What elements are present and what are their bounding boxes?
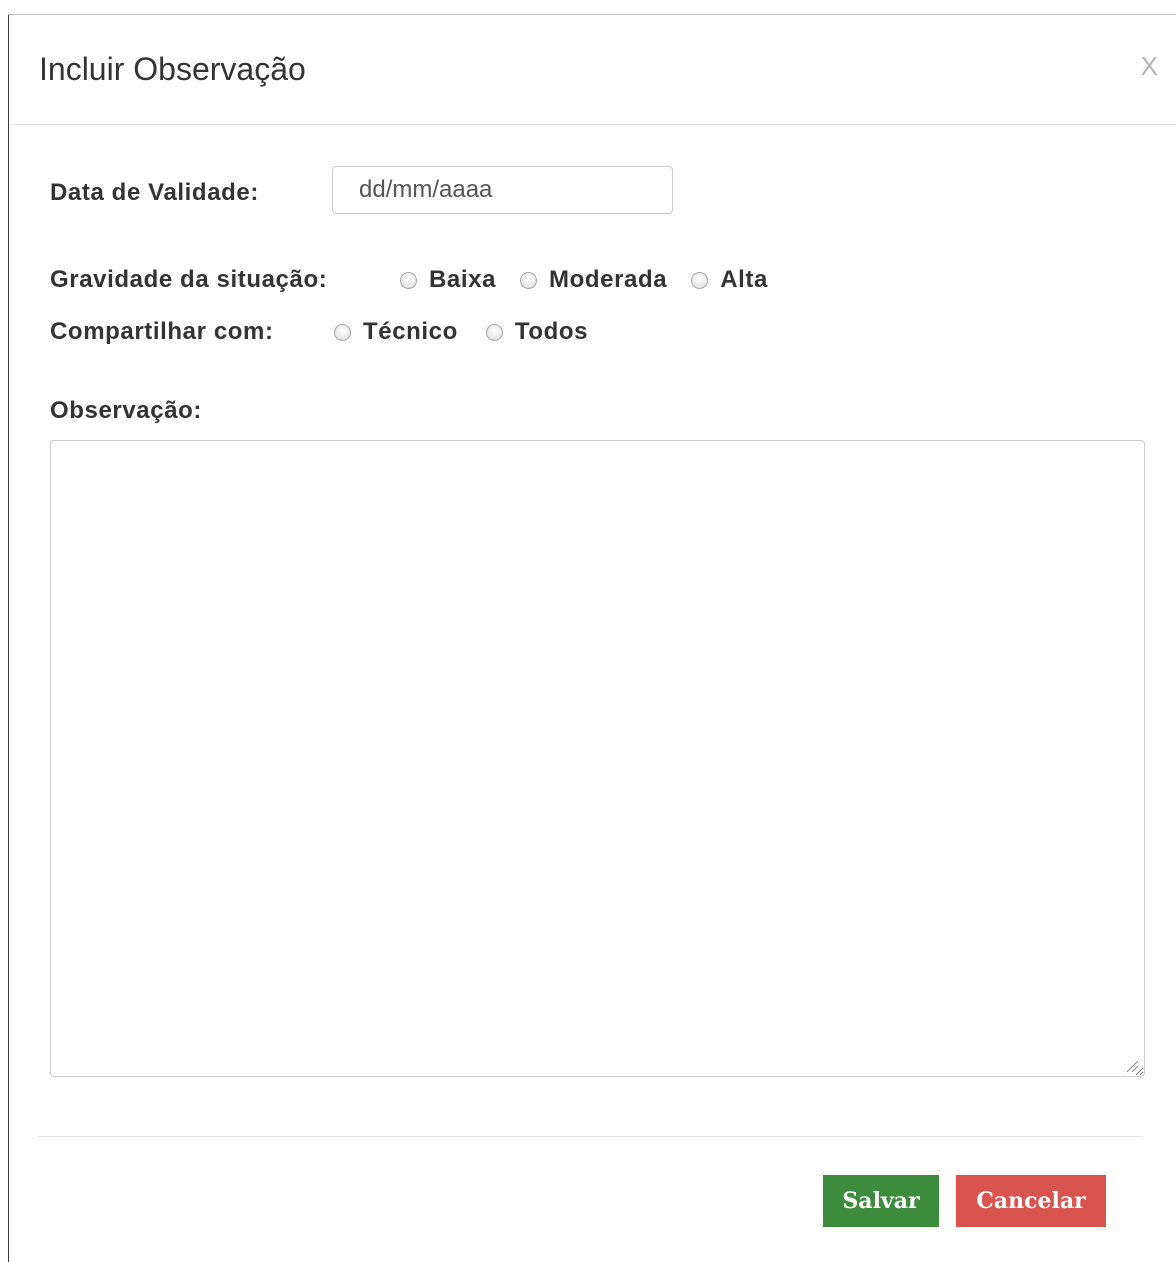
severity-radio-baixa[interactable] [400,271,417,289]
resize-grip-icon[interactable] [1125,1059,1139,1073]
severity-option-alta[interactable]: Alta [691,266,768,294]
severity-radio-alta[interactable] [691,271,709,289]
cancel-button[interactable]: Cancelar [956,1175,1106,1227]
validity-date-label: Data de Validade: [50,179,259,206]
observation-modal: Incluir Observação X Data de Validade: G… [9,15,1176,1262]
severity-radio-group: Baixa Moderada Alta [400,263,792,297]
severity-radio-moderada[interactable] [520,271,538,289]
share-radio-todos[interactable] [485,323,503,341]
close-icon[interactable]: X [1141,51,1158,82]
footer-divider [38,1136,1143,1137]
severity-option-moderada[interactable]: Moderada [520,266,667,294]
severity-option-label: Alta [720,266,768,293]
severity-option-baixa[interactable]: Baixa [400,266,496,294]
observation-label: Observação: [50,397,203,424]
modal-title: Incluir Observação [39,51,306,87]
observation-textarea[interactable] [50,440,1145,1077]
share-radio-group: Técnico Todos [334,315,612,349]
severity-label: Gravidade da situação: [50,266,328,293]
validity-date-input[interactable] [332,166,673,214]
page: Incluir Observação X Data de Validade: G… [0,0,1176,1262]
modal-header: Incluir Observação X [9,15,1176,125]
share-with-label: Compartilhar com: [50,318,274,345]
share-option-label: Técnico [363,318,458,345]
save-button[interactable]: Salvar [823,1175,939,1227]
share-radio-tecnico[interactable] [334,323,351,341]
severity-option-label: Moderada [549,266,668,293]
severity-option-label: Baixa [429,266,497,293]
share-option-tecnico[interactable]: Técnico [334,318,458,346]
share-option-todos[interactable]: Todos [485,318,589,346]
share-option-label: Todos [514,318,589,345]
